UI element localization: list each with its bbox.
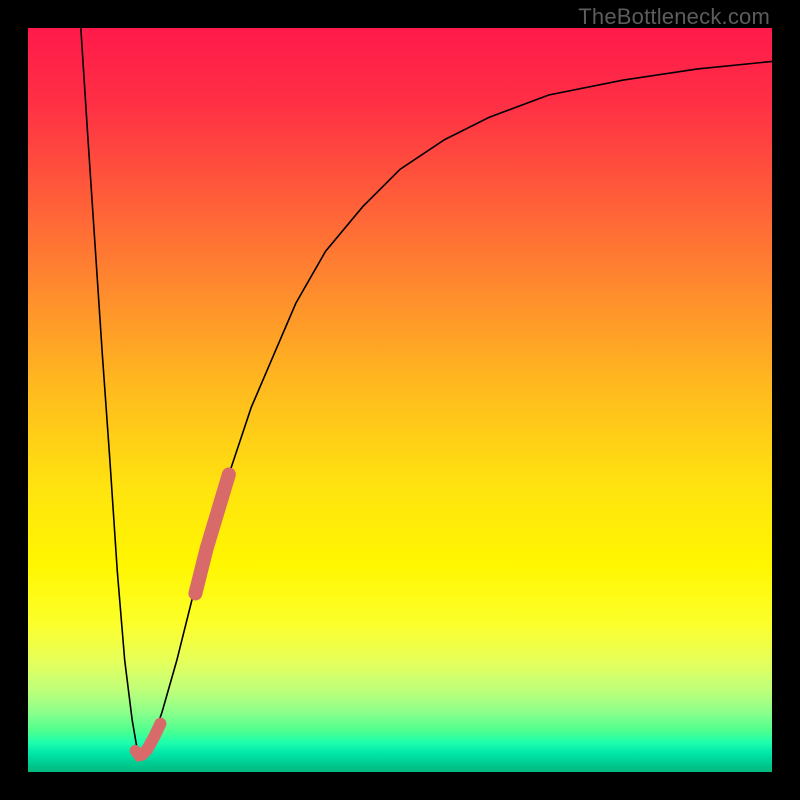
highlight-hook <box>135 750 142 755</box>
plot-area <box>28 28 772 772</box>
bottleneck-curve <box>81 28 772 756</box>
chart-svg <box>28 28 772 772</box>
watermark-text: TheBottleneck.com <box>578 4 770 30</box>
highlight-band-upper <box>195 474 228 593</box>
chart-frame: TheBottleneck.com <box>0 0 800 800</box>
